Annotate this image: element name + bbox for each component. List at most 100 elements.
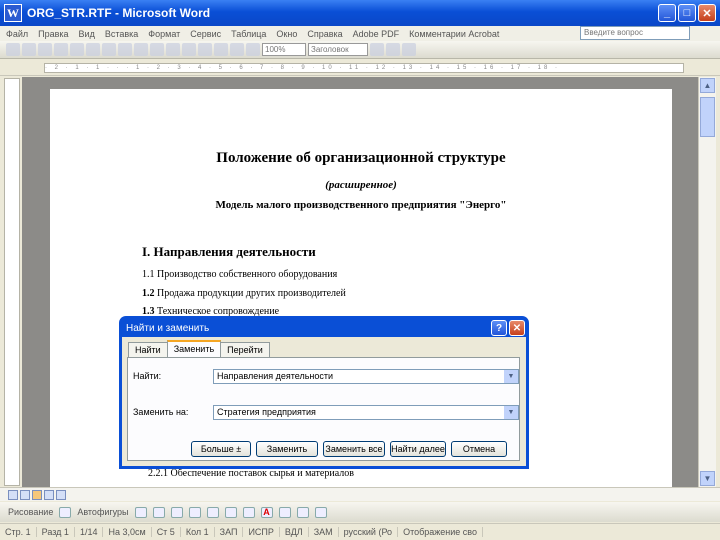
- list-item: 1.2 Продажа продукции других производите…: [142, 288, 346, 299]
- replace-input[interactable]: Стратегия предприятия ▼: [213, 405, 519, 420]
- dialog-help-button[interactable]: ?: [491, 320, 507, 336]
- status-trk[interactable]: ИСПР: [243, 527, 280, 537]
- spelling-icon[interactable]: [86, 43, 100, 56]
- word-app-icon: W: [4, 4, 22, 22]
- scroll-down-icon[interactable]: ▼: [700, 471, 715, 486]
- drawing-toolbar: Рисование Автофигуры A: [0, 502, 720, 522]
- columns-icon[interactable]: [214, 43, 228, 56]
- status-ovr[interactable]: ЗАМ: [309, 527, 339, 537]
- menu-edit[interactable]: Правка: [38, 29, 68, 39]
- horizontal-scrollbar[interactable]: [0, 487, 720, 501]
- table-icon[interactable]: [198, 43, 212, 56]
- draw-menu[interactable]: Рисование: [8, 507, 53, 517]
- replace-dropdown-icon[interactable]: ▼: [504, 406, 518, 419]
- drawing-icon[interactable]: [230, 43, 244, 56]
- menu-table[interactable]: Таблица: [231, 29, 266, 39]
- dialog-title: Найти и заменить: [126, 322, 210, 334]
- new-document-icon[interactable]: [6, 43, 20, 56]
- print-icon[interactable]: [54, 43, 68, 56]
- paste-icon[interactable]: [134, 43, 148, 56]
- tab-replace[interactable]: Заменить: [166, 340, 222, 357]
- status-ext[interactable]: ВДЛ: [280, 527, 309, 537]
- menu-window[interactable]: Окно: [276, 29, 297, 39]
- zoom-select[interactable]: 100%: [262, 43, 306, 56]
- undo-icon[interactable]: [150, 43, 164, 56]
- standard-toolbar: 100% Заголовок: [0, 41, 720, 59]
- autoshapes-menu[interactable]: Автофигуры: [77, 507, 128, 517]
- rectangle-icon[interactable]: [170, 506, 183, 518]
- replace-all-button[interactable]: Заменить все: [323, 441, 385, 457]
- ruler-scale: · 2 · 1 · 1 · · · 1 · 2 · 3 · 4 · 5 · 6 …: [44, 63, 684, 73]
- document-title: Положение об организационной структуре: [216, 150, 506, 166]
- redo-icon[interactable]: [166, 43, 180, 56]
- arrow-icon[interactable]: [152, 506, 165, 518]
- status-col: Кол 1: [181, 527, 215, 537]
- more-button[interactable]: Больше ±: [191, 441, 251, 457]
- line-style-icon[interactable]: [278, 506, 291, 518]
- status-rec[interactable]: ЗАП: [215, 527, 244, 537]
- close-button[interactable]: ✕: [698, 4, 716, 22]
- status-line: Ст 5: [152, 527, 181, 537]
- font-color-icon[interactable]: A: [260, 506, 273, 518]
- style-select[interactable]: Заголовок: [308, 43, 368, 56]
- scroll-up-icon[interactable]: ▲: [700, 78, 715, 93]
- align-center-icon[interactable]: [402, 43, 416, 56]
- dialog-close-button[interactable]: ✕: [509, 320, 525, 336]
- horizontal-ruler[interactable]: · 2 · 1 · 1 · · · 1 · 2 · 3 · 4 · 5 · 6 …: [0, 60, 720, 76]
- list-item: 2.2.1 Обеспечение поставок сырья и матер…: [148, 468, 354, 479]
- find-input[interactable]: Направления деятельности ▼: [213, 369, 519, 384]
- scroll-thumb[interactable]: [700, 97, 715, 137]
- normal-view-icon[interactable]: [8, 490, 18, 500]
- align-left-icon[interactable]: [386, 43, 400, 56]
- fill-color-icon[interactable]: [242, 506, 255, 518]
- window-title: ORG_STR.RTF - Microsoft Word: [27, 6, 211, 20]
- copy-icon[interactable]: [118, 43, 132, 56]
- print-preview-icon[interactable]: [70, 43, 84, 56]
- find-label: Найти:: [133, 371, 162, 381]
- menu-help[interactable]: Справка: [307, 29, 342, 39]
- menu-adobe-pdf[interactable]: Adobe PDF: [353, 29, 400, 39]
- find-dropdown-icon[interactable]: ▼: [504, 370, 518, 383]
- status-pages: 1/14: [75, 527, 104, 537]
- maximize-button[interactable]: □: [678, 4, 696, 22]
- status-page: Стр. 1: [0, 527, 37, 537]
- cut-icon[interactable]: [102, 43, 116, 56]
- section-heading: I. Направления деятельности: [142, 244, 316, 259]
- status-section: Разд 1: [37, 527, 75, 537]
- help-question-input[interactable]: Введите вопрос: [580, 26, 690, 40]
- dialog-title-bar[interactable]: Найти и заменить ? ✕: [122, 319, 526, 337]
- status-language: русский (Ро: [339, 527, 399, 537]
- shadow-icon[interactable]: [296, 506, 309, 518]
- reading-view-icon[interactable]: [56, 490, 66, 500]
- vertical-scrollbar[interactable]: ▲ ▼: [698, 77, 716, 487]
- menu-tools[interactable]: Сервис: [190, 29, 221, 39]
- menu-file[interactable]: Файл: [6, 29, 28, 39]
- find-replace-dialog: Найти и заменить ? ✕ Найти Заменить Пере…: [119, 316, 529, 469]
- menu-view[interactable]: Вид: [79, 29, 95, 39]
- minimize-button[interactable]: _: [658, 4, 676, 22]
- wordart-icon[interactable]: [224, 506, 237, 518]
- paragraph-mark-icon[interactable]: [246, 43, 260, 56]
- cancel-button[interactable]: Отмена: [451, 441, 507, 457]
- status-at: На 3,0см: [103, 527, 152, 537]
- line-icon[interactable]: [134, 506, 147, 518]
- web-view-icon[interactable]: [20, 490, 30, 500]
- menu-insert[interactable]: Вставка: [105, 29, 138, 39]
- 3d-icon[interactable]: [314, 506, 327, 518]
- open-icon[interactable]: [22, 43, 36, 56]
- menu-acrobat-comments[interactable]: Комментарии Acrobat: [409, 29, 499, 39]
- oval-icon[interactable]: [188, 506, 201, 518]
- print-layout-icon[interactable]: [32, 490, 42, 500]
- tab-goto[interactable]: Перейти: [220, 342, 270, 357]
- menu-format[interactable]: Формат: [148, 29, 180, 39]
- vertical-ruler[interactable]: [4, 78, 20, 486]
- find-next-button[interactable]: Найти далее: [390, 441, 446, 457]
- textbox-icon[interactable]: [206, 506, 219, 518]
- save-icon[interactable]: [38, 43, 52, 56]
- replace-button[interactable]: Заменить: [256, 441, 318, 457]
- select-objects-icon[interactable]: [59, 506, 72, 518]
- bold-icon[interactable]: [370, 43, 384, 56]
- outline-view-icon[interactable]: [44, 490, 54, 500]
- hyperlink-icon[interactable]: [182, 43, 196, 56]
- tab-find[interactable]: Найти: [128, 342, 168, 357]
